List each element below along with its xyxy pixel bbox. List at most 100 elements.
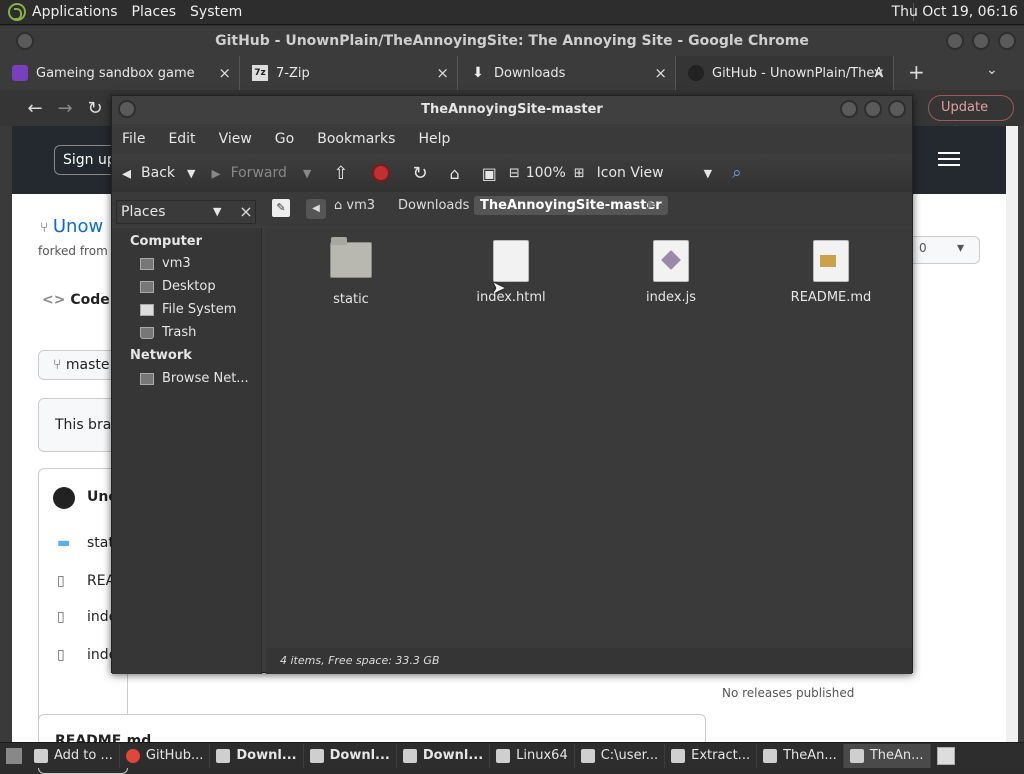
- page-scrollbar[interactable]: [1006, 126, 1018, 742]
- up-arrow-icon[interactable]: ⇧: [333, 163, 348, 184]
- new-tab-icon[interactable]: +: [908, 60, 925, 84]
- minimize-icon[interactable]: [946, 32, 964, 50]
- menu-edit[interactable]: Edit: [168, 131, 195, 147]
- sidebar-item-trash[interactable]: Trash: [140, 325, 196, 340]
- zoom-out-icon[interactable]: ⊟: [509, 166, 520, 181]
- task-extract[interactable]: Extract...: [665, 743, 758, 768]
- forward-arrow-icon[interactable]: →: [50, 98, 80, 119]
- task-downloads-2[interactable]: Downl...: [304, 743, 397, 768]
- star-count: 0: [919, 241, 927, 255]
- sidebar-item-browse-network[interactable]: Browse Net...: [140, 371, 249, 386]
- clock[interactable]: Thu Oct 19, 06:16: [892, 4, 1018, 20]
- menu-help[interactable]: Help: [418, 131, 450, 147]
- repo-title-text: Unow: [52, 216, 104, 237]
- close-icon[interactable]: [998, 32, 1016, 50]
- show-desktop-icon[interactable]: [6, 747, 22, 764]
- tab-close-icon[interactable]: ×: [218, 64, 231, 82]
- path-right-arrow-icon[interactable]: ▶: [648, 199, 656, 210]
- text-file-icon: [813, 240, 849, 282]
- menu-bar: File Edit View Go Bookmarks Help: [112, 124, 912, 154]
- maximize-icon[interactable]: [864, 100, 882, 118]
- chrome-titlebar[interactable]: GitHub - UnownPlain/TheAnnoyingSite: The…: [0, 26, 1024, 56]
- chevron-down-icon[interactable]: ▼: [187, 167, 195, 180]
- star-button[interactable]: 0 ▾: [902, 236, 980, 264]
- owner-avatar[interactable]: [53, 487, 75, 509]
- task-add-to[interactable]: Add to ...: [28, 743, 120, 768]
- sidebar-close-icon[interactable]: ×: [236, 200, 256, 224]
- 7zip-icon: [580, 748, 595, 763]
- search-icon[interactable]: ⌕: [732, 163, 742, 183]
- breadcrumb-current[interactable]: TheAnnoyingSite-master: [474, 196, 668, 215]
- places-menu[interactable]: Places: [132, 4, 177, 20]
- tab-close-icon[interactable]: ×: [436, 64, 449, 82]
- repo-title[interactable]: ⑂ Unow: [40, 216, 103, 237]
- code-tab[interactable]: <> Code: [42, 292, 110, 308]
- task-theannoying-1[interactable]: TheAn...: [757, 743, 844, 768]
- mate-logo-icon[interactable]: [8, 3, 26, 21]
- download-icon: ⬇: [472, 65, 484, 81]
- window-menu-icon[interactable]: [16, 32, 34, 50]
- file-view[interactable]: static index.html index.js README.md ➤: [266, 228, 912, 648]
- 7zip-icon: [671, 748, 686, 763]
- tab-close-icon[interactable]: ×: [872, 64, 885, 82]
- task-github[interactable]: GitHub...: [120, 743, 211, 768]
- menu-file[interactable]: File: [122, 131, 145, 147]
- branch-select[interactable]: ⑂ maste: [38, 350, 118, 380]
- system-menu[interactable]: System: [190, 4, 242, 20]
- task-downloads-3[interactable]: Downl...: [397, 743, 491, 768]
- sidebar-item-file-system[interactable]: File System: [140, 302, 236, 317]
- file-item-static[interactable]: static: [301, 237, 401, 307]
- tab-gameing-sandbox[interactable]: Gameing sandbox game ×: [0, 56, 240, 90]
- folder-icon: [402, 748, 417, 763]
- home-icon[interactable]: ⌂: [450, 164, 460, 183]
- view-select[interactable]: Icon View ▼: [597, 165, 712, 181]
- menu-go[interactable]: Go: [275, 131, 294, 147]
- file-name: static: [333, 292, 369, 307]
- sidebar-item-vm3[interactable]: vm3: [140, 256, 191, 271]
- sidebar-item-desktop[interactable]: Desktop: [140, 279, 216, 294]
- file-item-readme[interactable]: README.md: [781, 240, 881, 305]
- window-menu-icon[interactable]: [118, 100, 136, 118]
- stop-icon[interactable]: [372, 164, 391, 182]
- workspace-switcher[interactable]: [936, 746, 955, 765]
- tab-github[interactable]: GitHub - UnownPlain/TheA ×: [676, 56, 894, 90]
- tab-label: 7-Zip: [276, 65, 310, 81]
- path-left-arrow-icon[interactable]: ◀: [306, 199, 326, 219]
- task-theannoying-2[interactable]: TheAn...: [843, 743, 931, 768]
- maximize-icon[interactable]: [972, 32, 990, 50]
- reload-icon[interactable]: ↻: [80, 98, 110, 119]
- forward-button[interactable]: ▸ Forward ▼: [212, 163, 312, 184]
- tab-search-chevron-icon[interactable]: ⌄: [986, 62, 998, 78]
- no-releases-text: No releases published: [722, 686, 855, 700]
- update-button[interactable]: Update ⋮: [928, 95, 1014, 139]
- back-arrow-icon[interactable]: ←: [20, 98, 50, 119]
- close-icon[interactable]: [888, 100, 906, 118]
- mouse-cursor-icon: ➤: [492, 278, 506, 297]
- task-7zip-path[interactable]: C:\user...: [575, 743, 666, 768]
- zoom-in-icon[interactable]: ⊞: [574, 166, 585, 181]
- tab-downloads[interactable]: ⬇ Downloads ×: [458, 56, 676, 90]
- breadcrumb-downloads[interactable]: Downloads: [398, 198, 469, 213]
- edit-location-icon[interactable]: ✎: [272, 199, 290, 217]
- tab-close-icon[interactable]: ×: [654, 64, 667, 82]
- breadcrumb-vm3[interactable]: ⌂ vm3: [334, 198, 375, 213]
- back-button[interactable]: ◂ Back ▼: [122, 163, 196, 184]
- task-label: Downl...: [236, 748, 297, 763]
- sidebar-select[interactable]: Places ▼: [116, 200, 256, 224]
- reload-icon[interactable]: ↻: [412, 163, 427, 184]
- sidebar-item-label: Browse Net...: [162, 371, 249, 386]
- menu-bookmarks[interactable]: Bookmarks: [317, 131, 395, 147]
- minimize-icon[interactable]: [840, 100, 858, 118]
- forked-from-text: forked from: [38, 244, 108, 258]
- hamburger-menu-icon[interactable]: [938, 152, 960, 166]
- computer-icon[interactable]: ▣: [482, 164, 497, 183]
- file-item-index-js[interactable]: index.js: [621, 240, 721, 305]
- task-downloads-1[interactable]: Downl...: [210, 743, 304, 768]
- task-linux64[interactable]: Linux64: [490, 743, 575, 768]
- file-item-index-html[interactable]: index.html: [461, 240, 561, 305]
- menu-view[interactable]: View: [219, 131, 252, 147]
- applications-menu[interactable]: Applications: [32, 4, 118, 20]
- file-manager-titlebar[interactable]: TheAnnoyingSite-master: [112, 96, 912, 124]
- tab-7zip[interactable]: 7z 7-Zip ×: [240, 56, 458, 90]
- chevron-down-icon[interactable]: ▼: [303, 167, 311, 180]
